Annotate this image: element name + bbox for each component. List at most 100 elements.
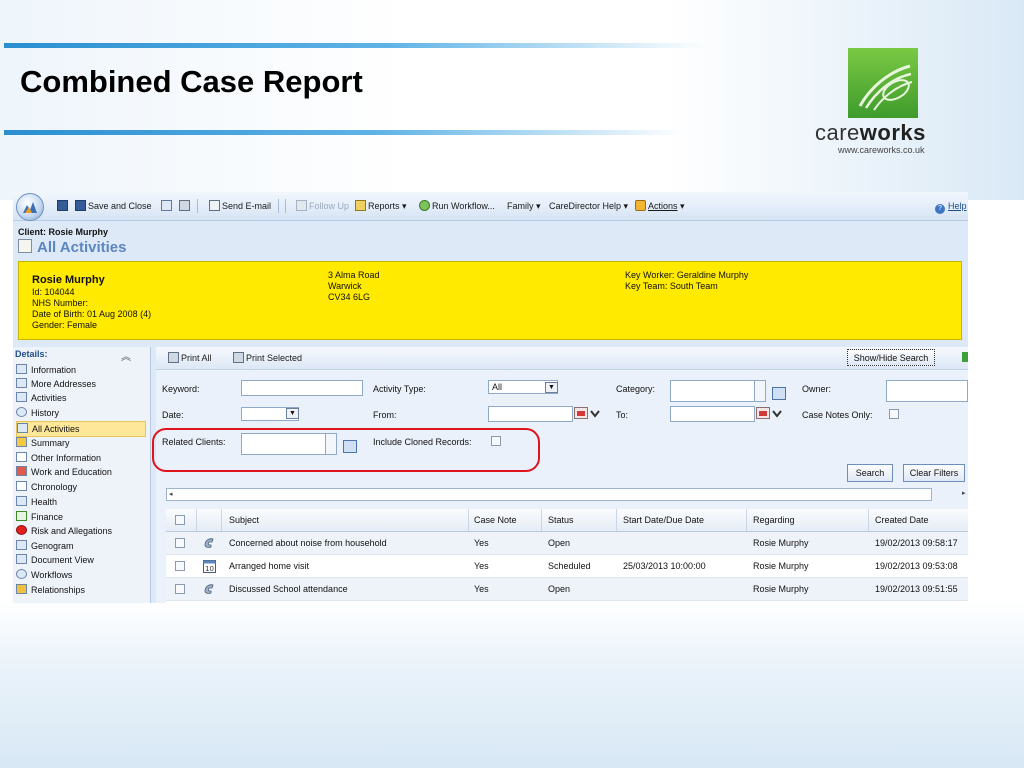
table-row[interactable]: Concerned about noise from household Yes… [166,532,968,555]
column-header-created-date[interactable]: Created Date [875,515,929,525]
key-worker: Key Worker: Geraldine Murphy [625,270,749,280]
appointment-calendar-icon: 10 [203,559,216,573]
cell-regarding[interactable]: Rosie Murphy [753,561,809,571]
sidebar-item-history[interactable]: History [16,406,144,420]
case-notes-only-checkbox[interactable] [889,409,899,419]
table-row[interactable]: Discussed School attendance Yes Open Ros… [166,578,968,601]
cell-created-date: 19/02/2013 09:51:55 [875,584,958,594]
sidebar-item-genogram[interactable]: Genogram [16,539,144,553]
finance-icon [16,511,27,521]
table-row[interactable]: 10 Arranged home visit Yes Scheduled 25/… [166,555,968,578]
cell-subject[interactable]: Discussed School attendance [229,584,348,594]
document-icon [16,554,27,564]
show-hide-search-button[interactable]: Show/Hide Search [847,349,935,366]
row-checkbox[interactable] [175,561,185,571]
cell-regarding[interactable]: Rosie Murphy [753,584,809,594]
family-label: Family [507,201,534,211]
caredirector-help-label: CareDirector Help [549,201,622,211]
collapse-chevron-icon[interactable]: ︽ [121,348,131,363]
cell-created-date: 19/02/2013 09:58:17 [875,538,958,548]
actions-menu[interactable]: Actions ▾ [635,200,685,212]
sidebar-item-all-activities[interactable]: All Activities [16,421,146,437]
sidebar-item-activities[interactable]: Activities [16,391,144,405]
row-checkbox[interactable] [175,538,185,548]
reports-menu[interactable]: Reports ▾ [355,200,407,212]
sidebar-item-chronology[interactable]: Chronology [16,480,144,494]
sidebar-item-label: Relationships [31,585,86,595]
print-icon[interactable] [179,200,192,212]
app-menu-orb-icon[interactable] [16,193,44,221]
category-spinner[interactable] [754,380,766,402]
highlight-annotation [152,428,540,472]
search-button[interactable]: Search [847,464,893,482]
activity-type-label: Activity Type: [373,384,426,394]
sidebar-item-finance[interactable]: Finance [16,510,144,524]
print-selected-label: Print Selected [246,353,303,363]
sidebar-item-document-view[interactable]: Document View [16,553,144,567]
sidebar-item-label: Health [31,497,58,507]
sidebar-item-other-information[interactable]: Other Information [16,451,144,465]
send-email-button[interactable]: Send E-mail [209,200,271,212]
chronology-icon [16,481,27,491]
from-calendar-icon[interactable] [574,407,600,420]
scroll-left-icon[interactable]: ◂ [169,490,173,498]
sidebar-item-label: Document View [31,555,94,565]
chevron-down-icon: ▾ [402,201,407,211]
cell-subject[interactable]: Concerned about noise from household [229,538,387,548]
sidebar-item-label: Workflows [31,570,73,580]
from-date-input[interactable] [488,406,573,422]
cell-regarding[interactable]: Rosie Murphy [753,538,809,548]
sidebar-item-health[interactable]: Health [16,495,144,509]
svg-text:10: 10 [205,565,214,573]
summary-icon [16,437,27,447]
save-icon[interactable] [57,200,70,212]
column-header-status[interactable]: Status [548,515,574,525]
column-header-start-date[interactable]: Start Date/Due Date [623,515,704,525]
sidebar-item-workflows[interactable]: Workflows [16,568,144,582]
to-date-input[interactable] [670,406,755,422]
sidebar-item-information[interactable]: Information [16,363,144,377]
save-close-icon [75,200,86,211]
sidebar-item-label: Activities [31,393,67,403]
address-line-2: Warwick [328,281,362,291]
cell-case-note: Yes [474,561,489,571]
run-workflow-button[interactable]: Run Workflow... [419,200,495,212]
chevron-down-icon[interactable]: ▼ [545,382,558,393]
select-all-checkbox[interactable] [175,515,185,525]
column-header-regarding[interactable]: Regarding [753,515,795,525]
clear-filters-button[interactable]: Clear Filters [903,464,965,482]
keyword-input[interactable] [241,380,363,396]
printer-icon [233,352,244,363]
owner-input[interactable] [886,380,968,402]
cell-start-date: 25/03/2013 10:00:00 [623,561,706,571]
row-checkbox[interactable] [175,584,185,594]
sidebar-item-label: More Addresses [31,379,97,389]
column-header-case-note[interactable]: Case Note [474,515,517,525]
column-header-subject[interactable]: Subject [229,515,259,525]
category-input[interactable] [670,380,756,402]
sidebar-item-relationships[interactable]: Relationships [16,583,144,597]
details-sidebar: Details: ︽ Information More Addresses Ac… [13,347,151,603]
sidebar-item-work-and-education[interactable]: Work and Education [16,465,144,479]
horizontal-scrollbar[interactable]: ◂ [166,488,932,501]
sidebar-item-risk-and-allegations[interactable]: Risk and Allegations [16,524,144,538]
follow-up-button[interactable]: Follow Up [296,200,349,212]
to-calendar-icon[interactable] [756,407,782,420]
caredirector-help-menu[interactable]: CareDirector Help ▾ [549,200,628,212]
category-lookup-icon[interactable] [772,387,786,400]
scroll-right-icon[interactable]: ▸ [962,489,966,497]
sidebar-item-label: Summary [31,438,70,448]
save-and-close-button[interactable]: Save and Close [75,200,152,212]
help-button[interactable]: ? Help [935,200,967,214]
sidebar-item-more-addresses[interactable]: More Addresses [16,377,144,391]
information-icon [16,364,27,374]
new-record-icon[interactable] [161,200,174,212]
toolbar-separator [197,199,198,213]
sidebar-item-summary[interactable]: Summary [16,436,144,450]
slide-title: Combined Case Report [20,64,363,99]
cell-subject[interactable]: Arranged home visit [229,561,309,571]
chevron-down-icon[interactable]: ▼ [286,408,299,419]
family-menu[interactable]: Family ▾ [507,200,541,212]
print-all-button[interactable]: Print All [168,352,212,364]
print-selected-button[interactable]: Print Selected [233,352,302,364]
